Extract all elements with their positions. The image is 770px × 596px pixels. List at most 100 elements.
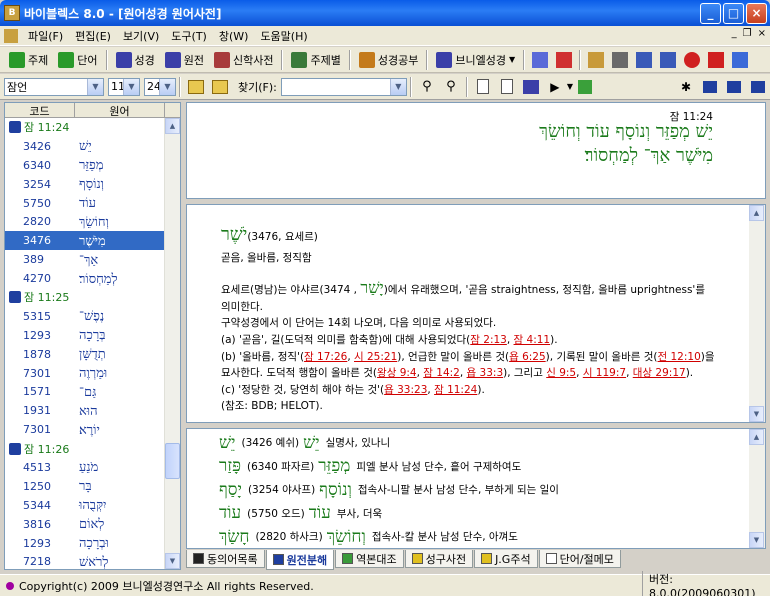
- page-icon[interactable]: [473, 77, 493, 97]
- copy-icon[interactable]: [586, 50, 606, 70]
- scroll-down-icon[interactable]: ▼: [749, 406, 764, 422]
- prev-chapter-icon[interactable]: [186, 77, 206, 97]
- analysis-scrollbar[interactable]: ▲ ▼: [749, 429, 765, 548]
- ref-link[interactable]: 잠 11:24: [434, 384, 477, 396]
- scroll-thumb[interactable]: [165, 443, 180, 479]
- maximize-button[interactable]: □: [723, 3, 744, 24]
- menu-window[interactable]: 창(W): [213, 28, 255, 44]
- menu-help[interactable]: 도움말(H): [254, 28, 313, 44]
- pdf-icon[interactable]: [706, 50, 726, 70]
- word-row[interactable]: 7301 יוֹרֶא׃: [5, 420, 165, 439]
- books-icon[interactable]: [521, 77, 541, 97]
- ref-link[interactable]: 전 12:10: [658, 351, 701, 363]
- ref-link[interactable]: 잠 4:11: [514, 334, 551, 346]
- tab-analysis[interactable]: 원전분해: [265, 550, 335, 570]
- page2-icon[interactable]: [497, 77, 517, 97]
- dropdown-arrow-icon[interactable]: ▼: [567, 82, 573, 91]
- column-header-code[interactable]: 코드: [5, 103, 75, 118]
- lemma-word[interactable]: יֵשׁ: [219, 433, 236, 453]
- mdi-restore-icon[interactable]: ❐: [743, 28, 752, 39]
- column-header-word[interactable]: 원어: [75, 103, 165, 118]
- mdi-close-icon[interactable]: ×: [758, 28, 766, 39]
- scroll-down-icon[interactable]: ▼: [749, 532, 764, 548]
- analysis-row[interactable]: יָסַף (3254 야사프) וְנוֹסָף 접속사-니팔 분사 남성 단수, …: [219, 478, 739, 502]
- book-select[interactable]: 잠언 ▼: [4, 77, 104, 96]
- word-row[interactable]: 5315 נֶפֶשׁ־: [5, 307, 165, 326]
- scroll-down-icon[interactable]: ▼: [165, 553, 180, 569]
- chevron-down-icon[interactable]: ▼: [87, 78, 103, 95]
- word-row[interactable]: 5750 עוֹד: [5, 194, 165, 213]
- tab-concordance[interactable]: 성구사전: [404, 550, 474, 568]
- layout3-icon[interactable]: [748, 77, 768, 97]
- word-row[interactable]: 1293 וּבְרָכָה: [5, 534, 165, 553]
- tab-synonyms[interactable]: 동의어목록: [186, 550, 265, 568]
- menu-tools[interactable]: 도구(T): [165, 28, 213, 44]
- word-doc-icon[interactable]: [730, 50, 750, 70]
- ref-link[interactable]: 시 25:21: [354, 351, 397, 363]
- word-row[interactable]: 3426 יֵשׁ: [5, 137, 165, 156]
- minimize-button[interactable]: _: [700, 3, 721, 24]
- menu-file[interactable]: 파일(F): [22, 28, 69, 44]
- menu-edit[interactable]: 편집(E): [69, 28, 117, 44]
- word-row[interactable]: 1250 בָּר: [5, 477, 165, 496]
- calendar-icon[interactable]: [530, 50, 550, 70]
- analysis-row[interactable]: חָשַׂךְ (2820 하사크) וְחוֹשֵׂךְ 접속사-칼 분사 남성 단…: [219, 525, 739, 549]
- lemma-word[interactable]: פָּזַר: [219, 456, 241, 476]
- original-button[interactable]: 원전: [160, 49, 209, 71]
- ref-link[interactable]: 욥 33:23: [384, 384, 427, 396]
- pages-icon[interactable]: [634, 50, 654, 70]
- dict-scrollbar[interactable]: ▲ ▼: [749, 205, 765, 422]
- word-row[interactable]: 1931 הוּא: [5, 401, 165, 420]
- word-button[interactable]: 단어: [53, 49, 102, 71]
- topic-button[interactable]: 주제: [4, 49, 53, 71]
- ref-link[interactable]: 욥 6:25: [509, 351, 546, 363]
- settings-icon[interactable]: ✱: [676, 77, 696, 97]
- theology-dict-button[interactable]: 신학사전: [209, 49, 278, 71]
- chevron-down-icon[interactable]: ▼: [159, 78, 175, 95]
- word-row[interactable]: 389 אַךְ־: [5, 250, 165, 269]
- bible-study-button[interactable]: 성경공부: [354, 49, 423, 71]
- ref-link[interactable]: 왕상 9:4: [377, 367, 417, 379]
- chevron-down-icon[interactable]: ▼: [123, 78, 139, 95]
- find-input[interactable]: ▼: [280, 77, 407, 96]
- analysis-row[interactable]: פָּזַר (6340 파자르) מְפַזֵּר 피엘 분사 남성 단수, 흩어 …: [219, 455, 739, 479]
- verse-select[interactable]: 24 ▼: [144, 77, 176, 96]
- by-topic-button[interactable]: 주제별: [286, 49, 345, 71]
- ref-link[interactable]: 신 9:5: [546, 367, 576, 379]
- play-icon[interactable]: ▶: [545, 77, 565, 97]
- tab-memo[interactable]: 단어/절메모: [538, 550, 621, 568]
- verse-ref-row[interactable]: 잠 11:25: [5, 288, 165, 307]
- ref-link[interactable]: 욥 33:3: [467, 367, 504, 379]
- word-row[interactable]: 4513 מֹנֵעַ: [5, 458, 165, 477]
- scroll-up-icon[interactable]: ▲: [749, 429, 764, 445]
- analysis-row[interactable]: עוֹד (5750 오드) עוֹד 부사, 더욱: [219, 502, 739, 526]
- notes-icon[interactable]: [658, 50, 678, 70]
- analysis-row[interactable]: יֵשׁ (3426 예쉬) יֵשׁ 실명사, 있나니: [219, 431, 739, 455]
- verse-ref-row[interactable]: 잠 11:24: [5, 118, 165, 137]
- menu-view[interactable]: 보기(V): [117, 28, 165, 44]
- lemma-word[interactable]: עוֹד: [219, 503, 241, 523]
- mdi-minimize-icon[interactable]: _: [732, 28, 737, 39]
- word-row[interactable]: 1571 גַּם־: [5, 382, 165, 401]
- word-row[interactable]: 3816 לְאוֹם: [5, 515, 165, 534]
- ref-link[interactable]: 대상 29:17: [633, 367, 686, 379]
- app-icon[interactable]: B: [4, 5, 20, 21]
- scroll-up-icon[interactable]: ▲: [749, 205, 764, 221]
- chevron-down-icon[interactable]: ▼: [389, 78, 406, 95]
- next-chapter-icon[interactable]: [210, 77, 230, 97]
- exit-icon[interactable]: [554, 50, 574, 70]
- refresh-icon[interactable]: [575, 77, 595, 97]
- peniel-bible-button[interactable]: 브니엘성경 ▼: [431, 49, 520, 71]
- bible-button[interactable]: 성경: [111, 49, 160, 71]
- ref-link[interactable]: 잠 2:13: [470, 334, 507, 346]
- verse-ref-row[interactable]: 잠 11:26: [5, 439, 165, 458]
- tab-versions[interactable]: 역본대조: [335, 550, 404, 568]
- word-row[interactable]: 3476 מִיֹּשֶׁר: [5, 231, 165, 251]
- word-row[interactable]: 2820 וְחוֹשֵׂךְ: [5, 212, 165, 231]
- library-icon[interactable]: [610, 50, 630, 70]
- binoculars-icon[interactable]: ⚲: [417, 77, 437, 97]
- doc-icon[interactable]: [4, 28, 18, 43]
- word-row[interactable]: 1878 תְדֻשָּׁן: [5, 345, 165, 364]
- word-row[interactable]: 5344 יִקְּבֻהוּ: [5, 496, 165, 515]
- word-row[interactable]: 6340 מְפַזֵּר: [5, 156, 165, 175]
